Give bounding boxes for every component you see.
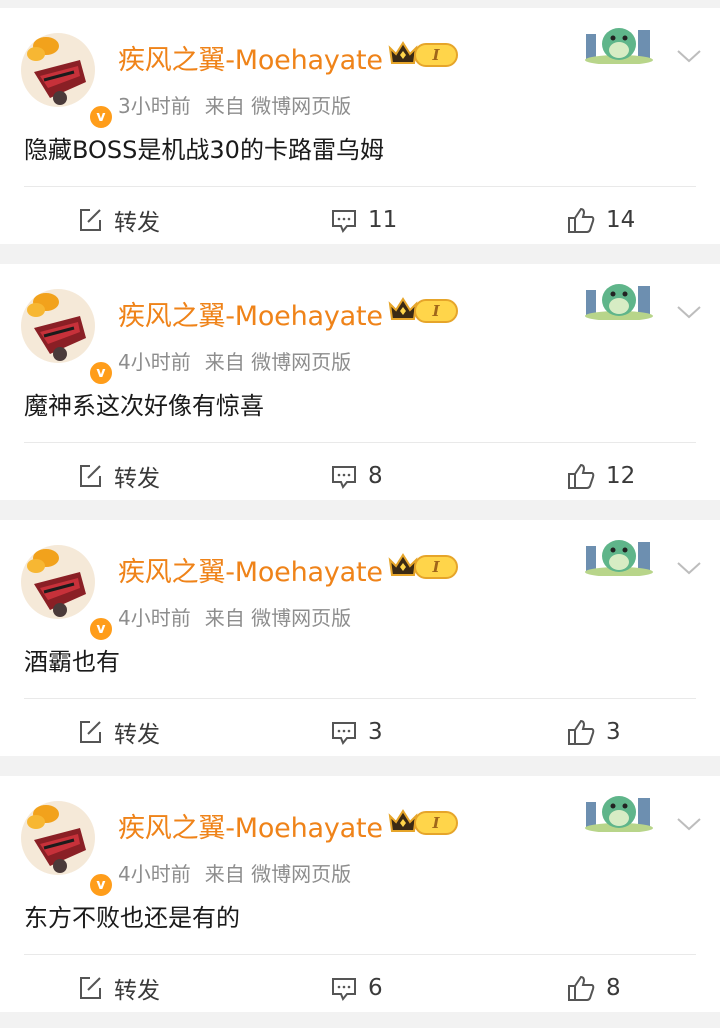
divider <box>24 954 696 955</box>
username[interactable]: 疾风之翼-Moehayate <box>118 806 383 845</box>
share-label: 转发 <box>114 722 160 748</box>
share-button[interactable]: 转发 <box>76 970 160 1006</box>
username[interactable]: 疾风之翼-Moehayate <box>118 294 383 333</box>
like-button[interactable]: 3 <box>566 714 621 750</box>
like-count: 12 <box>606 463 636 489</box>
like-button[interactable]: 14 <box>566 202 635 238</box>
chevron-down-icon[interactable] <box>676 816 702 832</box>
share-label: 转发 <box>114 210 160 236</box>
comment-button[interactable]: 11 <box>330 202 397 238</box>
divider <box>24 186 696 187</box>
verified-badge: v <box>88 104 114 130</box>
post-time: 3小时前 <box>118 94 191 118</box>
verified-badge: v <box>88 872 114 898</box>
share-button[interactable]: 转发 <box>76 458 160 494</box>
comment-button[interactable]: 8 <box>330 458 383 494</box>
post-time: 4小时前 <box>118 606 191 630</box>
share-button[interactable]: 转发 <box>76 714 160 750</box>
thumbs-up-icon <box>568 719 595 745</box>
chevron-down-icon[interactable] <box>676 304 702 320</box>
avatar[interactable]: v <box>20 288 114 386</box>
avatar[interactable]: v <box>20 800 114 898</box>
avatar[interactable]: v <box>20 32 114 130</box>
divider <box>24 698 696 699</box>
comment-count: 8 <box>368 463 383 489</box>
comment-card: v 疾风之翼-Moehayate I 4小时前 来自 微博网页版 东方不败也还是有… <box>0 776 720 1012</box>
comment-text: 东方不败也还是有的 <box>24 904 240 932</box>
post-source: 来自 微博网页版 <box>204 350 352 374</box>
like-count: 3 <box>606 719 621 745</box>
comment-bubble-icon <box>332 978 356 1001</box>
comment-card: v 疾风之翼-Moehayate I 4小时前 来自 微博网页版 魔神系这次好像有… <box>0 264 720 500</box>
share-label: 转发 <box>114 466 160 492</box>
level-badge: I <box>414 555 458 579</box>
username[interactable]: 疾风之翼-Moehayate <box>118 38 383 77</box>
share-button[interactable]: 转发 <box>76 202 160 238</box>
comment-count: 11 <box>368 207 398 233</box>
comment-bubble-icon <box>332 210 356 233</box>
post-meta: 4小时前 来自 微博网页版 <box>118 602 351 631</box>
share-edit-icon <box>80 977 101 999</box>
post-source: 来自 微博网页版 <box>204 606 352 630</box>
like-button[interactable]: 8 <box>566 970 621 1006</box>
avatar[interactable]: v <box>20 544 114 642</box>
thumbs-up-icon <box>568 463 595 489</box>
post-meta: 4小时前 来自 微博网页版 <box>118 858 351 887</box>
level-badge: I <box>414 43 458 67</box>
divider <box>24 442 696 443</box>
post-source: 来自 微博网页版 <box>204 862 352 886</box>
comment-count: 6 <box>368 975 383 1001</box>
share-edit-icon <box>80 721 101 743</box>
share-label: 转发 <box>114 978 160 1004</box>
chevron-down-icon[interactable] <box>676 560 702 576</box>
dinosaur-sticker-icon <box>585 28 653 64</box>
thumbs-up-icon <box>568 975 595 1001</box>
comment-bubble-icon <box>332 466 356 489</box>
comment-card: v 疾风之翼-Moehayate I 4小时前 来自 微博网页版 酒霸也有 转发… <box>0 520 720 756</box>
verified-badge: v <box>88 360 114 386</box>
comment-button[interactable]: 6 <box>330 970 383 1006</box>
comment-button[interactable]: 3 <box>330 714 383 750</box>
comment-feed: v 疾风之翼-Moehayate I 3小时前 来自 微博网页版 隐藏BOSS是机… <box>0 0 720 1028</box>
like-count: 14 <box>606 207 636 233</box>
comment-bubble-icon <box>332 722 356 745</box>
dinosaur-sticker-icon <box>585 284 653 320</box>
comment-text: 酒霸也有 <box>24 648 120 676</box>
dinosaur-sticker-icon <box>585 540 653 576</box>
post-meta: 3小时前 来自 微博网页版 <box>118 90 351 119</box>
share-edit-icon <box>80 209 101 231</box>
dinosaur-sticker-icon <box>585 796 653 832</box>
like-count: 8 <box>606 975 621 1001</box>
comment-count: 3 <box>368 719 383 745</box>
post-time: 4小时前 <box>118 862 191 886</box>
verified-badge: v <box>88 616 114 642</box>
comment-text: 魔神系这次好像有惊喜 <box>24 392 264 420</box>
comment-text: 隐藏BOSS是机战30的卡路雷乌姆 <box>24 136 384 164</box>
level-badge: I <box>414 299 458 323</box>
like-button[interactable]: 12 <box>566 458 635 494</box>
post-time: 4小时前 <box>118 350 191 374</box>
post-meta: 4小时前 来自 微博网页版 <box>118 346 351 375</box>
username[interactable]: 疾风之翼-Moehayate <box>118 550 383 589</box>
thumbs-up-icon <box>568 207 595 233</box>
share-edit-icon <box>80 465 101 487</box>
level-badge: I <box>414 811 458 835</box>
chevron-down-icon[interactable] <box>676 48 702 64</box>
comment-card: v 疾风之翼-Moehayate I 3小时前 来自 微博网页版 隐藏BOSS是机… <box>0 8 720 244</box>
post-source: 来自 微博网页版 <box>204 94 352 118</box>
